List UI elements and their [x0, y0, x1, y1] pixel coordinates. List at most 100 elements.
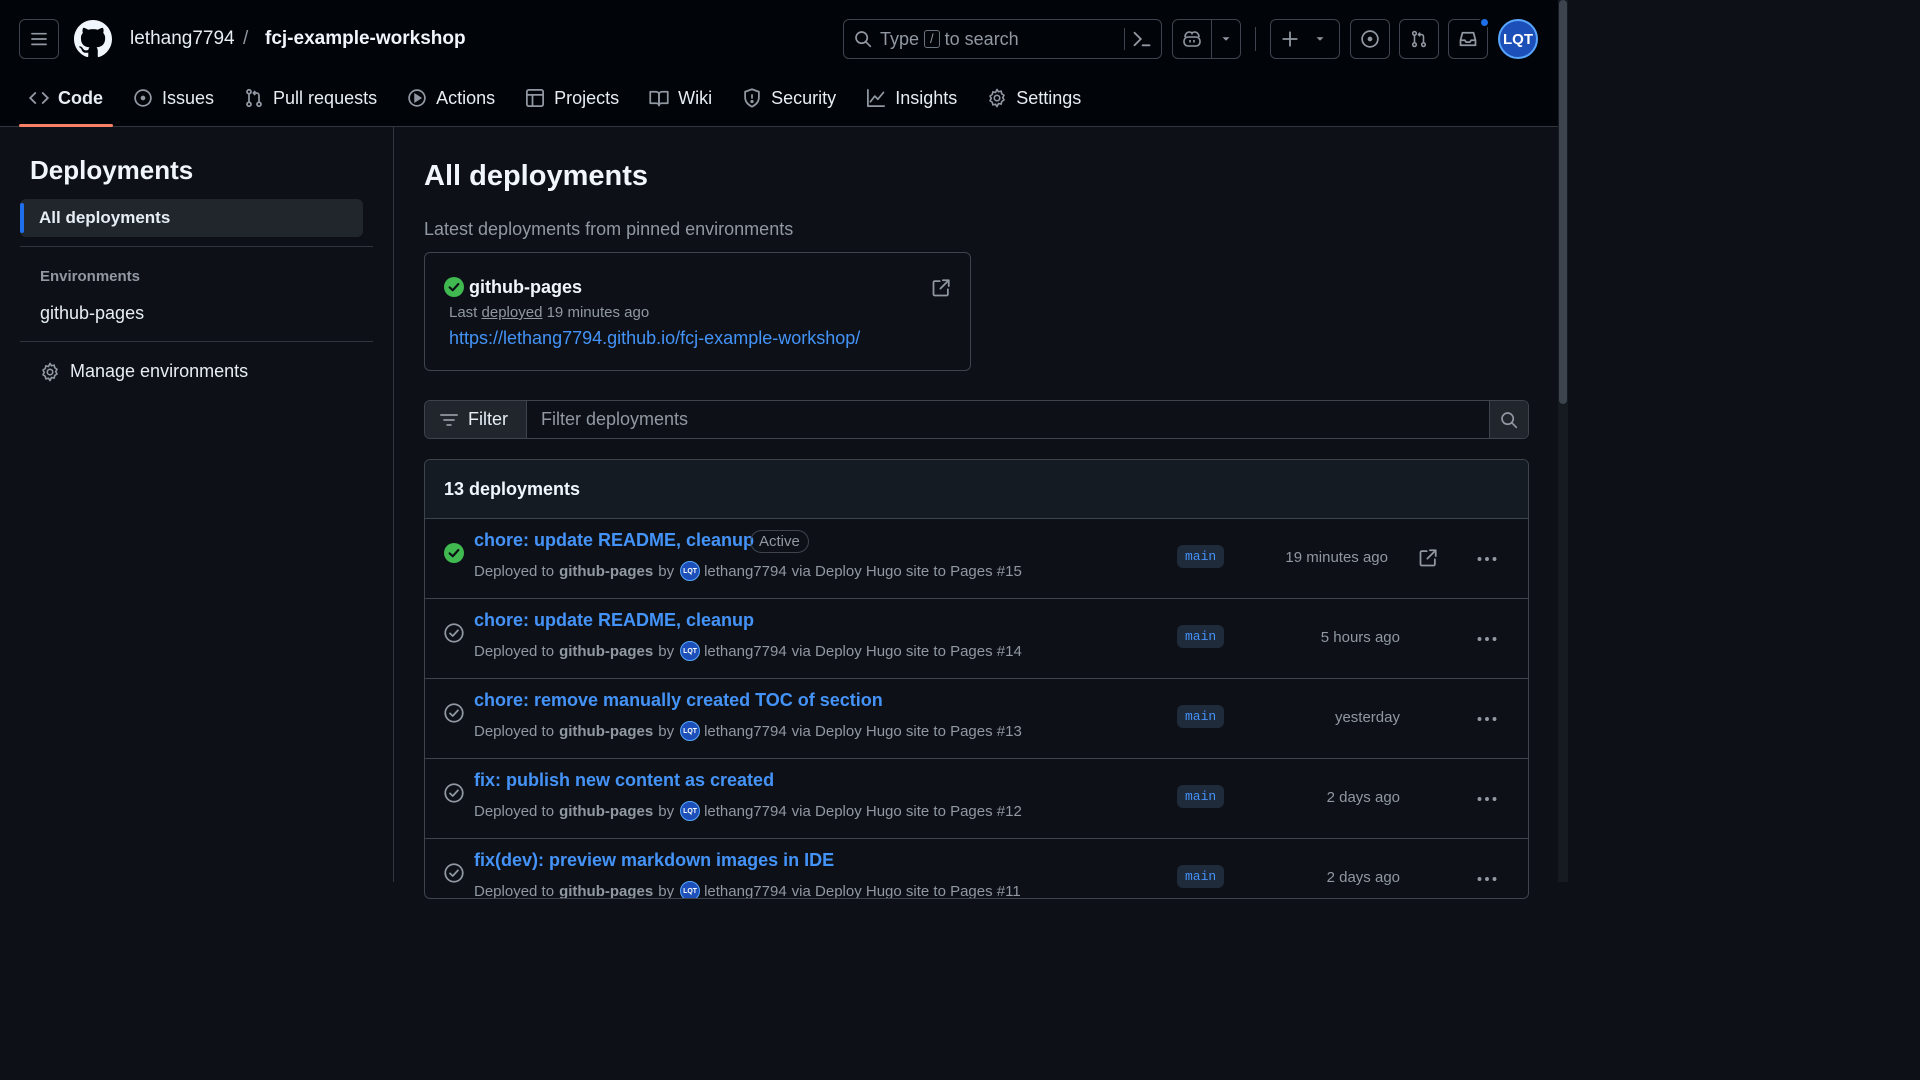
deployed-to-label: Deployed to	[474, 802, 555, 820]
deployment-workflow[interactable]: via Deploy Hugo site to Pages #14	[792, 643, 1022, 660]
check-circle-icon	[444, 863, 464, 883]
tab-settings[interactable]: Settings	[977, 80, 1091, 116]
avatar[interactable]: LQT	[680, 561, 701, 581]
deployment-workflow[interactable]: via Deploy Hugo site to Pages #11	[792, 883, 1021, 899]
tab-issues[interactable]: Issues	[123, 80, 224, 116]
deployment-author[interactable]: lethang7794	[704, 883, 787, 899]
your-issues-button[interactable]	[1350, 19, 1390, 59]
environment-url-link[interactable]: https://lethang7794.github.io/fcj-exampl…	[449, 328, 860, 349]
link-external-icon[interactable]	[1418, 548, 1438, 568]
filter-button[interactable]: Filter	[425, 401, 527, 438]
deployment-row: chore: update README, cleanup Deployed t…	[425, 599, 1528, 679]
deployment-row: chore: update README, cleanup Active Dep…	[425, 519, 1528, 599]
sidebar-item-github-pages[interactable]: github-pages	[40, 303, 144, 324]
deployment-row: fix(dev): preview markdown images in IDE…	[425, 839, 1528, 899]
deployed-link[interactable]: deployed	[482, 304, 543, 321]
deployment-author[interactable]: lethang7794	[704, 643, 787, 660]
create-new-button[interactable]	[1270, 19, 1340, 59]
tab-projects[interactable]: Projects	[515, 80, 629, 116]
deployed-to-label: Deployed to	[474, 882, 555, 899]
copilot-button[interactable]	[1172, 19, 1241, 59]
deployment-title-link[interactable]: chore: update README, cleanup	[474, 530, 754, 551]
tab-security[interactable]: Security	[732, 80, 846, 116]
tab-label: Issues	[162, 87, 215, 108]
deployment-title-link[interactable]: chore: update README, cleanup	[474, 610, 754, 631]
breadcrumb-separator: /	[243, 28, 249, 49]
user-avatar[interactable]: LQT	[1498, 19, 1538, 59]
gear-icon	[40, 362, 60, 382]
last-deployed-time: 19 minutes ago	[546, 304, 650, 321]
deployment-title-link[interactable]: fix: publish new content as created	[474, 770, 774, 791]
deployment-author[interactable]: lethang7794	[704, 563, 787, 580]
kebab-horizontal-icon[interactable]	[1475, 707, 1499, 731]
deployed-to-label: Deployed to	[474, 562, 555, 580]
deployment-title-link[interactable]: fix(dev): preview markdown images in IDE	[474, 850, 834, 871]
deployment-workflow[interactable]: via Deploy Hugo site to Pages #13	[792, 723, 1022, 740]
deployment-time: 2 days ago	[1326, 869, 1400, 886]
check-circle-fill-icon	[444, 277, 464, 297]
avatar[interactable]: LQT	[680, 641, 701, 661]
tab-wiki[interactable]: Wiki	[639, 80, 722, 116]
deployment-author[interactable]: lethang7794	[704, 803, 787, 820]
deployment-environment[interactable]: github-pages	[559, 803, 653, 820]
tab-label: Security	[771, 87, 837, 108]
page-scrollbar-thumb[interactable]	[1559, 0, 1567, 404]
by-label: by	[658, 802, 675, 820]
branch-ref[interactable]: main	[1177, 865, 1225, 888]
sidebar-item-manage-environments[interactable]: Manage environments	[40, 361, 248, 382]
deployment-meta: Deployed to github-pages by LQT lethang7…	[474, 881, 1021, 899]
pinned-environment-card: github-pages Last deployed 19 minutes ag…	[424, 252, 971, 371]
deployment-author[interactable]: lethang7794	[704, 723, 787, 740]
sidebar-item-label: Manage environments	[70, 361, 249, 381]
environment-name: github-pages	[469, 277, 582, 297]
kebab-horizontal-icon[interactable]	[1475, 787, 1499, 811]
gear-icon	[987, 88, 1007, 108]
command-palette-icon[interactable]	[1132, 29, 1152, 49]
avatar[interactable]: LQT	[680, 881, 701, 898]
menu-button[interactable]	[19, 19, 59, 59]
deployment-workflow[interactable]: via Deploy Hugo site to Pages #15	[792, 563, 1022, 580]
search-icon	[1500, 411, 1518, 429]
breadcrumb-repo[interactable]: fcj-example-workshop	[265, 28, 466, 50]
deployment-environment[interactable]: github-pages	[559, 563, 653, 580]
filter-deployments-input[interactable]	[527, 401, 1490, 438]
by-label: by	[658, 642, 675, 660]
filter-search-button[interactable]	[1489, 401, 1528, 438]
your-pull-requests-button[interactable]	[1399, 19, 1439, 59]
avatar[interactable]: LQT	[680, 801, 701, 821]
deployment-row: chore: remove manually created TOC of se…	[425, 679, 1528, 759]
avatar[interactable]: LQT	[680, 721, 701, 741]
branch-ref[interactable]: main	[1177, 785, 1225, 808]
branch-ref[interactable]: main	[1177, 705, 1225, 728]
deployment-environment[interactable]: github-pages	[559, 723, 653, 740]
sidebar-item-all-deployments[interactable]: All deployments	[20, 199, 363, 237]
kebab-horizontal-icon[interactable]	[1475, 867, 1499, 891]
search-shortcut-key: /	[924, 30, 940, 48]
github-logo-icon[interactable]	[74, 20, 112, 58]
branch-ref[interactable]: main	[1177, 625, 1225, 648]
tab-insights[interactable]: Insights	[856, 80, 967, 116]
chevron-down-icon[interactable]	[1219, 32, 1233, 46]
tab-label: Insights	[895, 87, 958, 108]
check-circle-icon	[444, 703, 464, 723]
deployment-title-link[interactable]: chore: remove manually created TOC of se…	[474, 690, 883, 711]
git-pull-request-icon	[244, 88, 264, 108]
branch-ref[interactable]: main	[1177, 545, 1225, 568]
link-external-icon[interactable]	[931, 278, 951, 298]
search-input[interactable]: Type / to search	[843, 19, 1162, 59]
tab-actions[interactable]: Actions	[397, 80, 505, 116]
kebab-horizontal-icon[interactable]	[1475, 627, 1499, 651]
deployment-workflow[interactable]: via Deploy Hugo site to Pages #12	[792, 803, 1022, 820]
deployment-time: 19 minutes ago	[1285, 549, 1388, 566]
code-icon	[29, 88, 49, 108]
tab-pull-requests[interactable]: Pull requests	[234, 80, 387, 116]
deployment-environment[interactable]: github-pages	[559, 643, 653, 660]
deployments-count: 13 deployments	[425, 460, 1528, 519]
kebab-horizontal-icon[interactable]	[1475, 547, 1499, 571]
breadcrumb-owner[interactable]: lethang7794	[130, 28, 235, 50]
plus-icon	[1281, 30, 1299, 48]
tab-label: Projects	[554, 87, 620, 108]
tab-code[interactable]: Code	[19, 80, 113, 127]
deployment-environment[interactable]: github-pages	[559, 883, 653, 899]
by-label: by	[658, 562, 675, 580]
